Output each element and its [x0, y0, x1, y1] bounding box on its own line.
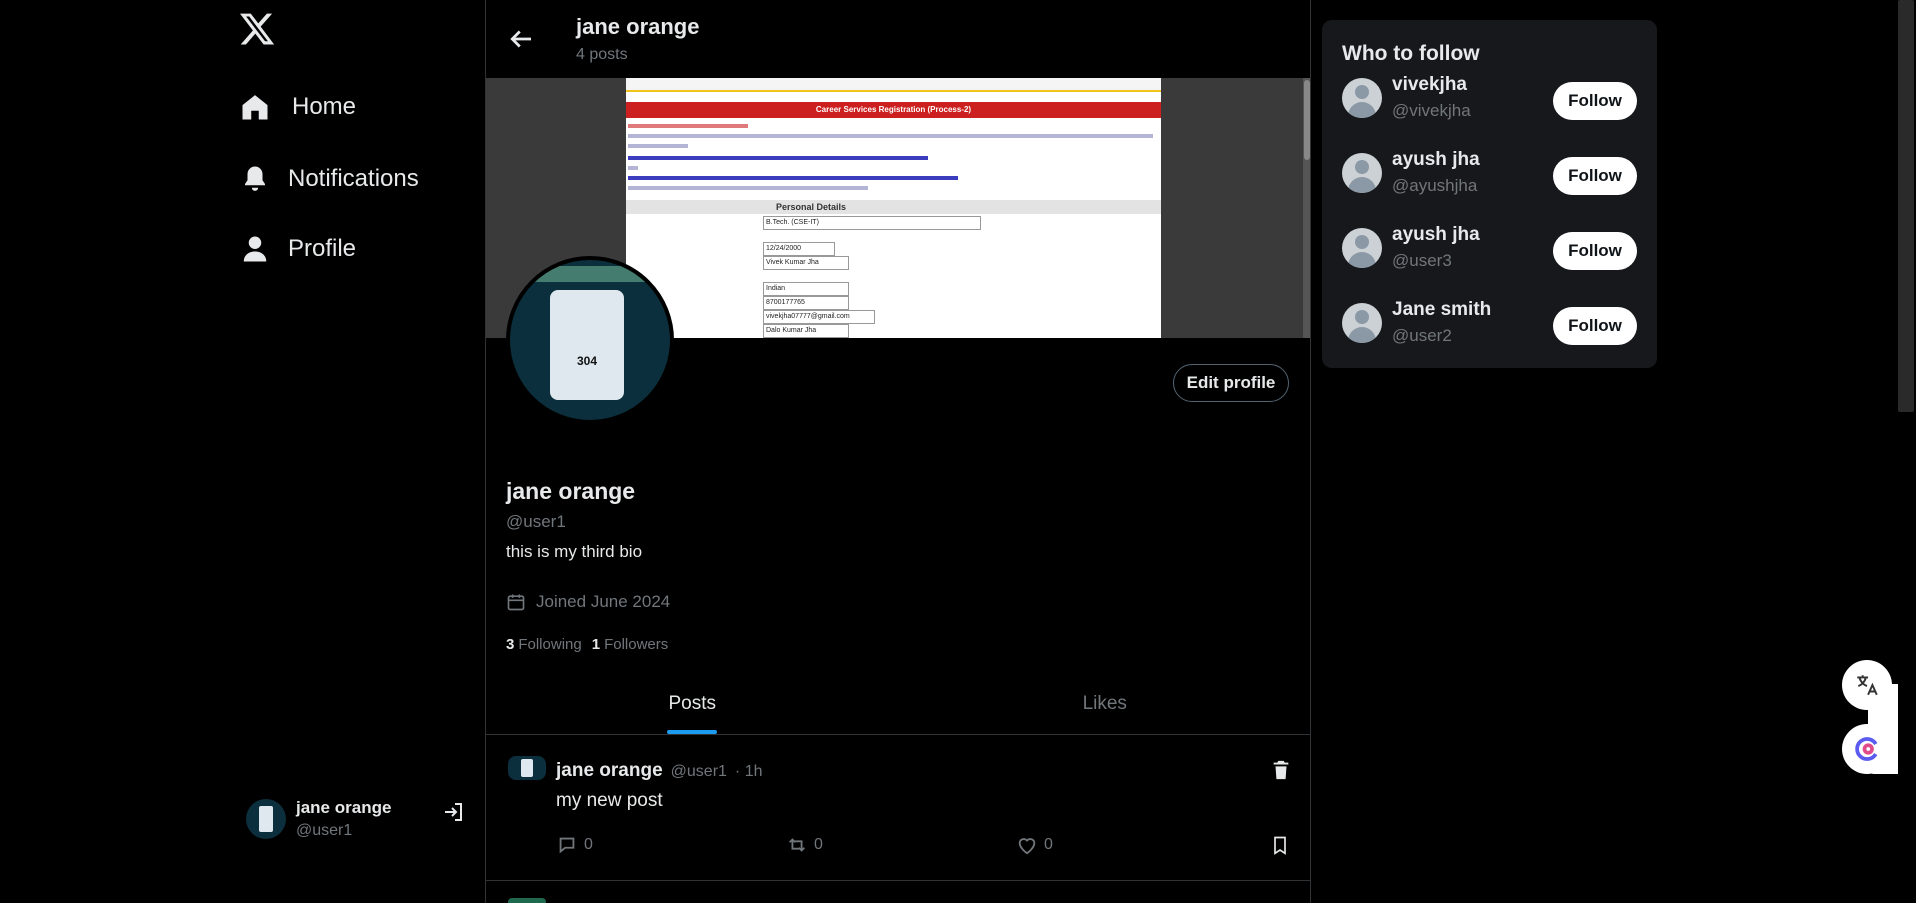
post-author-name[interactable]: jane orange [556, 760, 663, 782]
reply-button[interactable]: 0 [556, 834, 593, 856]
avatar [1342, 228, 1382, 268]
avatar [1342, 78, 1382, 118]
suggested-user-handle: @user2 [1392, 326, 1452, 345]
person-icon [243, 236, 267, 262]
follow-button[interactable]: Follow [1553, 157, 1637, 195]
suggested-user[interactable]: ayush jha @user3 Follow [1342, 224, 1637, 284]
banner-field-value: vivekjha07777@gmail.com [766, 313, 850, 320]
nav-notifications-label: Notifications [288, 165, 419, 192]
profile-name: jane orange [506, 478, 636, 504]
profile-header: jane orange 4 posts [486, 0, 1310, 78]
nav-notifications[interactable]: Notifications [240, 164, 419, 194]
suggested-user[interactable]: vivekjha @vivekjha Follow [1342, 74, 1637, 134]
back-arrow-icon[interactable] [506, 24, 536, 54]
next-post-avatar[interactable] [508, 898, 546, 903]
repost-icon [789, 838, 805, 852]
post-avatar[interactable] [508, 756, 546, 780]
banner-field-value: B.Tech. (CSE-IT) [766, 219, 819, 226]
repost-count: 0 [814, 836, 823, 853]
banner-field-value: Vivek Kumar Jha [766, 259, 819, 266]
post-text: my new post [556, 790, 663, 811]
followers-label: Followers [604, 636, 669, 653]
post-author-handle: @user1 [670, 763, 727, 780]
tab-posts[interactable]: Posts [486, 674, 899, 734]
banner-field-value: Dalo Kumar Jha [766, 327, 817, 334]
tab-likes[interactable]: Likes [899, 674, 1311, 734]
who-to-follow-title: Who to follow [1342, 42, 1480, 65]
avatar [1342, 153, 1382, 193]
suggested-user-name: ayush jha [1392, 149, 1480, 170]
post-timestamp: · 1h [734, 763, 763, 780]
account-name: jane orange [296, 798, 392, 817]
logout-icon[interactable] [441, 800, 465, 824]
banner-field-value: 12/24/2000 [766, 245, 802, 252]
following-count: 3 [506, 636, 515, 653]
nav-home-label: Home [292, 93, 357, 120]
followers-link[interactable]: 1 Followers [592, 636, 669, 653]
avatar-phone-text: 304 [576, 354, 598, 368]
follow-button[interactable]: Follow [1553, 232, 1637, 270]
home-icon [242, 95, 268, 120]
page-scrollbar-thumb[interactable] [1898, 0, 1914, 412]
suggested-user[interactable]: ayush jha @ayushjha Follow [1342, 149, 1637, 209]
who-to-follow-panel: Who to follow vivekjha @vivekjha Follow … [1322, 20, 1657, 368]
profile-bio: this is my third bio [506, 542, 643, 561]
assistant-extension-button[interactable] [1842, 724, 1892, 774]
profile-column: Career Services Registration (Process-2)… [486, 0, 1311, 903]
like-button[interactable]: 0 [1016, 834, 1053, 856]
suggested-user[interactable]: Jane smith @user2 Follow [1342, 299, 1637, 359]
header-title: jane orange [576, 14, 700, 39]
bell-icon [245, 166, 265, 191]
edit-profile-button[interactable]: Edit profile [1173, 364, 1289, 402]
translate-icon [1857, 675, 1878, 696]
suggested-user-handle: @user3 [1392, 251, 1452, 270]
profile-handle: @user1 [506, 512, 566, 531]
heart-icon [1018, 838, 1036, 855]
assistant-icon [1855, 737, 1878, 761]
suggested-user-name: vivekjha [1392, 74, 1467, 95]
banner-table-header: Personal Details [776, 202, 847, 212]
joined-text: Joined June 2024 [536, 592, 671, 611]
suggested-user-name: Jane smith [1392, 299, 1492, 320]
translate-extension-button[interactable] [1842, 660, 1892, 710]
calendar-icon [507, 594, 525, 611]
suggested-user-handle: @ayushjha [1392, 176, 1478, 195]
following-link[interactable]: 3 Following [506, 636, 582, 653]
account-switcher[interactable]: jane orange @user1 [246, 798, 391, 840]
nav-profile-label: Profile [288, 235, 357, 262]
suggested-user-handle: @vivekjha [1392, 101, 1471, 120]
banner-field-value: Indian [766, 285, 786, 292]
reply-icon [559, 837, 575, 854]
trash-icon[interactable] [1270, 758, 1292, 782]
avatar [1342, 303, 1382, 343]
banner-field-value: 8700177765 [766, 299, 805, 306]
header-post-count: 4 posts [576, 46, 628, 63]
x-logo-icon[interactable] [238, 10, 276, 48]
sidebar: Home Notifications Profile jane orange @… [0, 0, 486, 903]
joined-date: Joined June 2024 [506, 592, 670, 612]
banner-doc-title: Career Services Registration (Process-2) [626, 102, 1161, 118]
suggested-user-name: ayush jha [1392, 224, 1480, 245]
repost-button[interactable]: 0 [786, 834, 823, 856]
banner-scrollbar[interactable] [1303, 78, 1310, 338]
reply-count: 0 [584, 836, 593, 853]
nav-home[interactable]: Home [240, 92, 356, 122]
banner-image: Career Services Registration (Process-2)… [626, 78, 1161, 338]
bookmark-icon[interactable] [1270, 834, 1290, 856]
follow-button[interactable]: Follow [1553, 82, 1637, 120]
profile-avatar[interactable]: 304 [506, 256, 674, 424]
account-handle: @user1 [296, 822, 353, 839]
profile-tabs: Posts Likes [486, 674, 1311, 735]
avatar [246, 799, 286, 839]
follow-button[interactable]: Follow [1553, 307, 1637, 345]
like-count: 0 [1044, 836, 1053, 853]
post-item[interactable]: jane orange @user1 · 1h my new post 0 0 … [486, 734, 1310, 881]
followers-count: 1 [591, 636, 601, 653]
nav-profile[interactable]: Profile [240, 234, 356, 264]
follow-stats: 3 Following 1 Followers [506, 636, 668, 653]
following-label: Following [518, 636, 582, 653]
